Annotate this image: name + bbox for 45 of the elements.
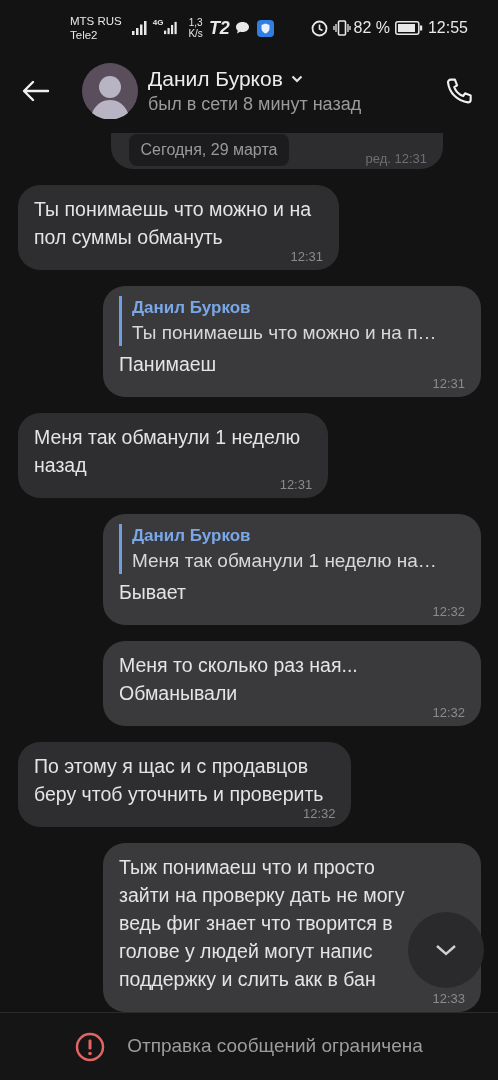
message-time: 12:32 [432, 604, 465, 619]
message-time: 12:31 [279, 477, 313, 492]
message-text: По этому я щас и с продавцов беру чтоб уточнить и проверить [34, 754, 325, 807]
chevron-down-icon [435, 944, 457, 956]
alarm-icon [311, 19, 329, 37]
message-text: Панимаеш [119, 352, 218, 377]
battery-percent: 82 % [353, 18, 390, 38]
reply-quote[interactable]: Данил Бурков Меня так обманули 1 неделю на… [119, 524, 465, 574]
speed-unit: K/s [188, 28, 203, 39]
message-time: ред. 12:31 [365, 151, 427, 166]
message-time: 12:31 [432, 376, 465, 391]
reply-author: Данил Бурков [132, 297, 252, 319]
speed-value: 1,3 [188, 17, 203, 28]
signal-icon [131, 21, 148, 35]
shield-app-icon [256, 19, 274, 37]
restriction-notice: Отправка сообщений ограничена [127, 1034, 423, 1059]
signal-icon [164, 21, 179, 35]
message-time: 12:32 [302, 806, 336, 821]
last-seen-status: был в сети 8 минут назад [148, 93, 363, 116]
chevron-down-icon[interactable] [290, 75, 303, 83]
vibrate-icon [333, 20, 352, 36]
message-text: Ты понимаешь что можно и на пол суммы обмануть [34, 197, 313, 250]
message-text: Бывает [119, 580, 187, 605]
network-label: 4G [152, 17, 164, 29]
message-text: Тыж понимаеш что и просто зайти на проверку дать не могу ведь фиг знает что творится в голове у людей могут напис поддержку и слить акк в бан [119, 855, 406, 992]
chat-icon [234, 21, 250, 35]
operator-logo: T2 [208, 16, 230, 40]
warning-icon [75, 1031, 106, 1062]
reply-quote[interactable]: Данил Бурков Ты понимаешь что можно и на п… [119, 296, 465, 346]
message-text: Меня то сколько раз ная... Обманывали [119, 653, 359, 706]
clock-time: 12:55 [427, 18, 468, 38]
avatar[interactable] [82, 63, 138, 119]
reply-text: Ты понимаешь что можно и на п… [132, 321, 438, 345]
message-time: 12:33 [432, 991, 465, 1006]
reply-author: Данил Бурков [132, 525, 252, 547]
carrier-name: MTS RUS [70, 14, 122, 28]
carrier-name: Tele2 [70, 28, 99, 42]
contact-name[interactable]: Данил Бурков [148, 66, 283, 92]
message-time: 12:32 [432, 705, 465, 720]
date-label: Сегодня, 29 марта [128, 134, 290, 166]
message-text: Меня так обманули 1 неделю назад [34, 425, 302, 478]
message-time: 12:31 [290, 249, 324, 264]
reply-text: Меня так обманули 1 неделю на… [132, 549, 438, 573]
battery-icon [394, 21, 423, 35]
back-arrow-icon[interactable] [22, 80, 50, 102]
